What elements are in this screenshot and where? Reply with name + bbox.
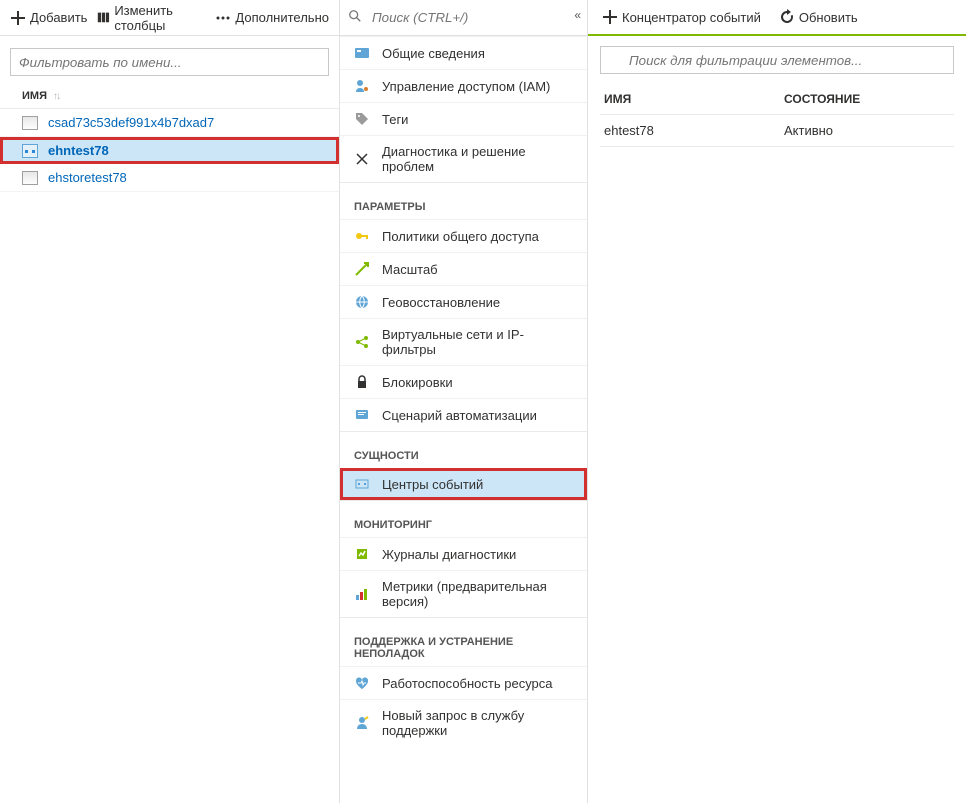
column-header-name[interactable]: ИМЯ ↑↓: [0, 84, 339, 109]
add-label: Добавить: [30, 10, 87, 25]
edit-columns-label: Изменить столбцы: [114, 3, 205, 33]
nav-section-header: МОНИТОРИНГ: [340, 500, 587, 537]
scale-icon: [354, 261, 370, 277]
nav-item-label: Масштаб: [382, 262, 438, 277]
tags-icon: [354, 111, 370, 127]
health-icon: [354, 675, 370, 691]
columns-icon: [97, 10, 110, 26]
nav-item-label: Метрики (предварительная версия): [382, 579, 573, 609]
nav-item-label: Работоспособность ресурса: [382, 676, 553, 691]
more-button[interactable]: Дополнительно: [213, 6, 331, 30]
more-icon: [215, 10, 231, 26]
nav-item-label: Журналы диагностики: [382, 547, 516, 562]
nav-section-header: СУЩНОСТИ: [340, 431, 587, 468]
diagnose-icon: [354, 151, 370, 167]
nav-item[interactable]: Политики общего доступа: [340, 219, 587, 252]
nav-list: Общие сведения Управление доступом (IAM) Т…: [340, 36, 587, 803]
table-row[interactable]: ehtest78Активно: [600, 115, 954, 147]
plus-icon: [602, 9, 618, 25]
nav-item[interactable]: Теги: [340, 102, 587, 135]
refresh-button[interactable]: Обновить: [777, 5, 860, 29]
nav-item-label: Политики общего доступа: [382, 229, 539, 244]
event-hub-button[interactable]: Концентратор событий: [600, 5, 763, 29]
nav-search-row: [340, 0, 587, 36]
nav-panel: « Общие сведения Управление доступом (IAM…: [340, 0, 588, 803]
resource-row[interactable]: csad73c53def991x4b7dxad7: [0, 109, 339, 137]
nav-item[interactable]: Общие сведения: [340, 36, 587, 69]
filter-input[interactable]: [10, 48, 329, 76]
resource-label: csad73c53def991x4b7dxad7: [48, 115, 214, 130]
nav-item[interactable]: Виртуальные сети и IP-фильтры: [340, 318, 587, 365]
nav-item-label: Управление доступом (IAM): [382, 79, 550, 94]
edit-columns-button[interactable]: Изменить столбцы: [95, 0, 207, 37]
right-search-input[interactable]: [600, 46, 954, 74]
nav-item[interactable]: Метрики (предварительная версия): [340, 570, 587, 617]
nav-item[interactable]: Блокировки: [340, 365, 587, 398]
search-icon: [348, 9, 362, 26]
nav-item[interactable]: Масштаб: [340, 252, 587, 285]
left-toolbar: Добавить Изменить столбцы Дополнительно: [0, 0, 339, 36]
nav-item-label: Сценарий автоматизации: [382, 408, 537, 423]
nav-item-label: Виртуальные сети и IP-фильтры: [382, 327, 573, 357]
storage-icon: [22, 116, 38, 130]
refresh-label: Обновить: [799, 10, 858, 25]
overview-icon: [354, 45, 370, 61]
header-name[interactable]: ИМЯ: [604, 92, 784, 106]
resource-label: ehntest78: [48, 143, 109, 158]
right-toolbar: Концентратор событий Обновить: [588, 0, 966, 36]
nav-item-label: Диагностика и решение проблем: [382, 144, 573, 174]
nav-item[interactable]: Работоспособность ресурса: [340, 666, 587, 699]
lock-icon: [354, 374, 370, 390]
detail-panel: Концентратор событий Обновить ИМЯ СОСТОЯ…: [588, 0, 966, 803]
support-icon: [354, 715, 370, 731]
entity-table: ИМЯ СОСТОЯНИЕ ehtest78Активно: [588, 80, 966, 151]
resource-row[interactable]: ehstoretest78: [0, 164, 339, 192]
eventhub-icon: [354, 476, 370, 492]
refresh-icon: [779, 9, 795, 25]
storage-icon: [22, 171, 38, 185]
right-search-row: [588, 36, 966, 80]
sort-icon: ↑↓: [53, 91, 59, 102]
more-label: Дополнительно: [235, 10, 329, 25]
resource-row[interactable]: ehntest78: [0, 137, 339, 164]
resource-list-panel: Добавить Изменить столбцы Дополнительно …: [0, 0, 340, 803]
nav-section-header: ПОДДЕРЖКА И УСТРАНЕНИЕ НЕПОЛАДОК: [340, 617, 587, 666]
nav-item-label: Центры событий: [382, 477, 483, 492]
nav-item[interactable]: Новый запрос в службу поддержки: [340, 699, 587, 746]
automation-icon: [354, 407, 370, 423]
vnet-icon: [354, 334, 370, 350]
metrics-icon: [354, 586, 370, 602]
add-button[interactable]: Добавить: [8, 6, 89, 30]
resource-list: csad73c53def991x4b7dxad7 ehntest78 ehstore…: [0, 109, 339, 192]
cell-status: Активно: [784, 123, 950, 138]
nav-item-label: Общие сведения: [382, 46, 485, 61]
eventhub-icon: [22, 144, 38, 158]
nav-item[interactable]: Диагностика и решение проблем: [340, 135, 587, 182]
key-icon: [354, 228, 370, 244]
nav-item[interactable]: Сценарий автоматизации: [340, 398, 587, 431]
header-status[interactable]: СОСТОЯНИЕ: [784, 92, 950, 106]
nav-item-label: Новый запрос в службу поддержки: [382, 708, 573, 738]
nav-item[interactable]: Журналы диагностики: [340, 537, 587, 570]
collapse-button[interactable]: «: [574, 8, 581, 22]
nav-item[interactable]: Центры событий: [340, 468, 587, 500]
filter-row: [0, 36, 339, 84]
geo-icon: [354, 294, 370, 310]
iam-icon: [354, 78, 370, 94]
cell-name: ehtest78: [604, 123, 784, 138]
nav-item-label: Теги: [382, 112, 408, 127]
nav-item[interactable]: Управление доступом (IAM): [340, 69, 587, 102]
diaglogs-icon: [354, 546, 370, 562]
nav-section-header: ПАРАМЕТРЫ: [340, 182, 587, 219]
nav-item-label: Блокировки: [382, 375, 453, 390]
plus-icon: [10, 10, 26, 26]
event-hub-label: Концентратор событий: [622, 10, 761, 25]
resource-label: ehstoretest78: [48, 170, 127, 185]
nav-search-input[interactable]: [366, 6, 579, 29]
nav-item[interactable]: Геовосстановление: [340, 285, 587, 318]
nav-item-label: Геовосстановление: [382, 295, 500, 310]
table-header: ИМЯ СОСТОЯНИЕ: [600, 84, 954, 115]
